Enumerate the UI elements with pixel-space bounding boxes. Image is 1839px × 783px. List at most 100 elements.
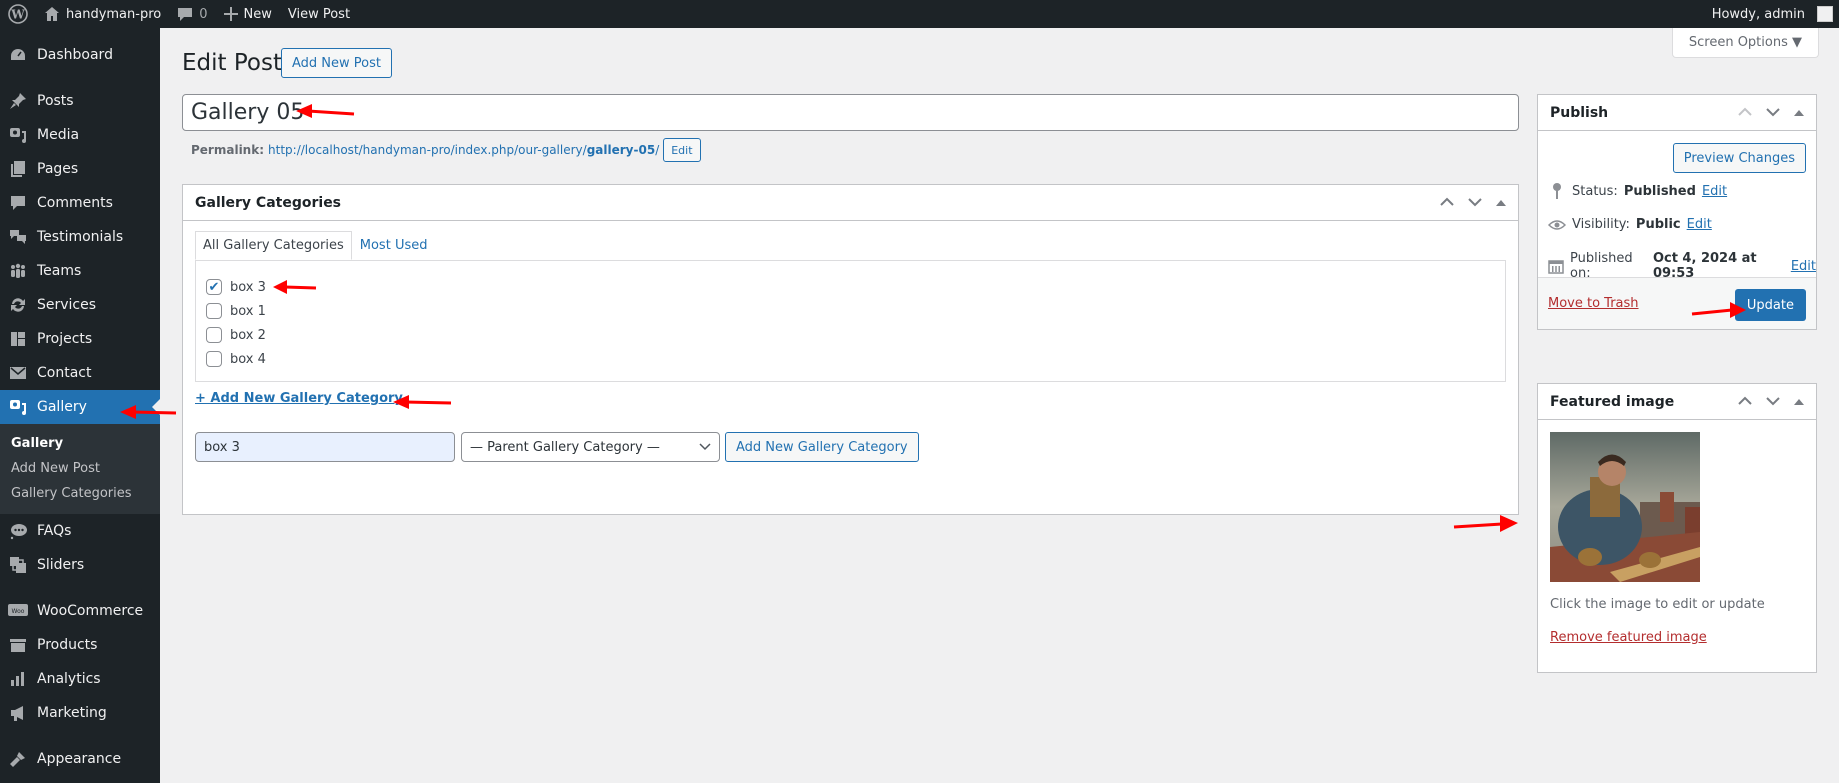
pin-status-icon [1548,183,1566,199]
chevron-up-icon[interactable] [1738,394,1752,410]
sidebar-item-pages[interactable]: Pages [0,152,160,186]
add-new-category-button[interactable]: Add New Gallery Category [725,432,919,462]
archive-icon [8,635,28,655]
update-button[interactable]: Update [1734,289,1806,321]
publish-header: Publish [1538,95,1816,131]
status-edit-link[interactable]: Edit [1702,184,1727,199]
tab-most-used[interactable]: Most Used [352,231,436,260]
category-item[interactable]: ✔ box 3 [206,275,1495,299]
category-checkbox[interactable] [206,327,222,343]
dashboard-icon [8,45,28,65]
chevron-up-icon[interactable] [1738,105,1752,121]
move-to-trash-link[interactable]: Move to Trash [1548,296,1639,311]
comments-link[interactable]: 0 [169,0,215,28]
page-title: Edit Post [182,50,282,76]
category-item[interactable]: box 2 [206,323,1495,347]
category-checkbox[interactable] [206,303,222,319]
sidebar-item-analytics[interactable]: Analytics [0,662,160,696]
sidebar-item-label: Projects [37,331,93,347]
permalink-edit-button[interactable]: Edit [663,138,701,162]
visibility-value: Public [1635,217,1681,232]
sidebar-item-label: Posts [37,93,74,109]
view-post-link[interactable]: View Post [280,0,358,28]
sidebar-item-products[interactable]: Products [0,628,160,662]
toggle-panel-icon[interactable] [1794,105,1804,121]
sidebar-item-woocommerce[interactable]: Woo WooCommerce [0,594,160,628]
sidebar-item-marketing[interactable]: Marketing [0,696,160,730]
sidebar-item-label: Gallery [37,399,87,415]
calendar-icon [1548,258,1564,274]
toggle-panel-icon[interactable] [1496,195,1506,211]
sidebar-item-projects[interactable]: Projects [0,322,160,356]
sidebar-item-media[interactable]: Media [0,118,160,152]
update-icon [8,295,28,315]
sidebar-item-services[interactable]: Services [0,288,160,322]
sidebar-item-label: WooCommerce [37,603,144,619]
publish-title: Publish [1550,104,1609,121]
category-label: box 1 [230,303,266,319]
wordpress-logo-button[interactable]: W [0,0,36,28]
category-label: box 2 [230,327,266,343]
main-content: Screen Options ▼ Edit Post Add New Post … [160,28,1839,783]
preview-changes-button[interactable]: Preview Changes [1672,143,1806,173]
sidebar-item-contact[interactable]: Contact [0,356,160,390]
sidebar-item-label: Marketing [37,705,107,721]
sidebar-item-sliders[interactable]: Sliders [0,548,160,582]
toggle-panel-icon[interactable] [1794,394,1804,410]
sidebar-item-gallery[interactable]: Gallery [0,390,160,424]
chevron-up-icon[interactable] [1440,195,1454,211]
home-icon [44,6,60,22]
new-content-link[interactable]: New [216,0,280,28]
category-item[interactable]: box 1 [206,299,1495,323]
sidebar-item-label: FAQs [37,523,72,539]
category-checkbox-checked[interactable]: ✔ [206,279,222,295]
add-new-post-button[interactable]: Add New Post [281,48,392,78]
submenu-item-gallery[interactable]: Gallery [0,431,160,456]
publish-actions: Move to Trash Update [1538,277,1816,329]
greeting: Howdy, admin [1711,6,1805,22]
sidebar-item-dashboard[interactable]: Dashboard [0,38,160,72]
featured-image-caption: Click the image to edit or update [1550,597,1765,612]
remove-featured-image-link[interactable]: Remove featured image [1550,630,1707,645]
new-label: New [243,6,272,22]
faq-icon [8,521,28,541]
site-name-link[interactable]: handyman-pro [36,0,169,28]
featured-image-thumbnail[interactable] [1550,432,1700,582]
chevron-down-icon[interactable] [1766,394,1780,410]
screen-options-button[interactable]: Screen Options ▼ [1671,28,1819,58]
pin-icon [8,91,28,111]
brush-icon [8,749,28,769]
tab-all-categories[interactable]: All Gallery Categories [195,231,352,260]
gallery-categories-title: Gallery Categories [195,194,342,211]
comment-icon [8,193,28,213]
sidebar-item-posts[interactable]: Posts [0,84,160,118]
published-edit-link[interactable]: Edit [1791,259,1816,274]
chevron-down-icon[interactable] [1766,105,1780,121]
sidebar-item-appearance[interactable]: Appearance [0,742,160,776]
wordpress-logo-icon: W [8,4,28,24]
chevron-down-icon[interactable] [1468,195,1482,211]
media-icon [8,125,28,145]
category-checkbox[interactable] [206,351,222,367]
post-title-input[interactable]: Gallery 05 [182,94,1519,131]
sidebar-item-faqs[interactable]: FAQs [0,514,160,548]
category-item[interactable]: box 4 [206,347,1495,371]
svg-text:W: W [10,8,25,22]
sidebar-item-testimonials[interactable]: Testimonials [0,220,160,254]
visibility-edit-link[interactable]: Edit [1687,217,1712,232]
parent-category-select[interactable]: — Parent Gallery Category — [461,432,720,462]
submenu-item-gallery-categories[interactable]: Gallery Categories [0,481,160,506]
gallery-categories-box: Gallery Categories All Gallery Categorie… [182,184,1519,515]
permalink-link[interactable]: http://localhost/handyman-pro/index.php/… [268,143,659,157]
new-category-name-input[interactable]: box 3 [195,432,455,462]
add-new-category-link[interactable]: + Add New Gallery Category [195,391,403,406]
gallery-icon [8,397,28,417]
account-menu[interactable]: Howdy, admin [1704,0,1839,28]
sidebar-item-comments[interactable]: Comments [0,186,160,220]
parent-category-value: — Parent Gallery Category — [470,439,660,455]
groups-icon [8,261,28,281]
submenu-item-add-new-post[interactable]: Add New Post [0,456,160,481]
visibility-row: Visibility: Public Edit [1548,217,1712,232]
sidebar-item-teams[interactable]: Teams [0,254,160,288]
status-row: Status: Published Edit [1548,183,1727,199]
